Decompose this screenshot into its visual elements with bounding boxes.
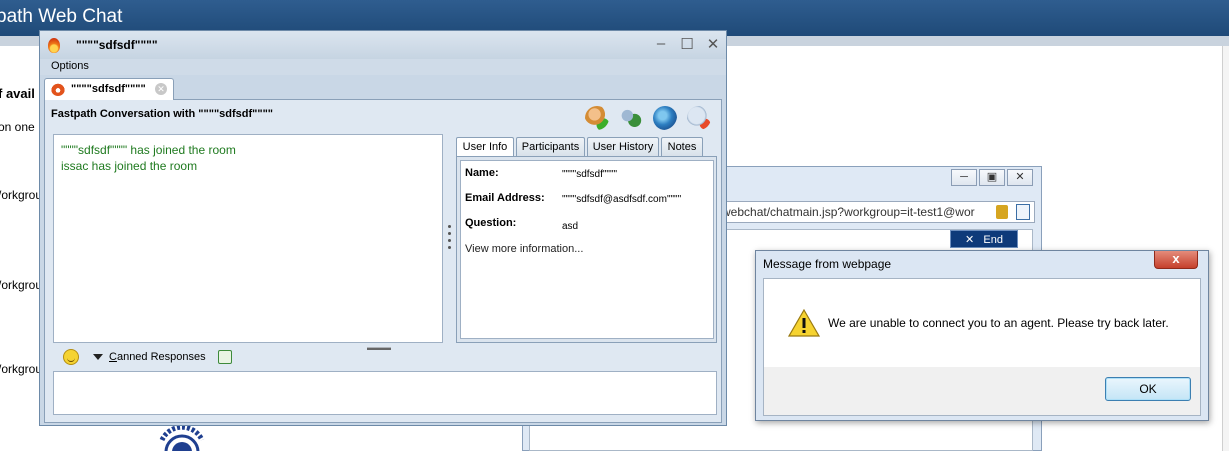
minimize-icon[interactable]: –	[654, 35, 668, 53]
add-user-icon[interactable]	[585, 106, 609, 130]
background-line-3[interactable]: /orkgrou	[0, 188, 42, 202]
browser-close-button[interactable]: ✕	[1007, 169, 1033, 186]
question-label: Question:	[465, 217, 517, 229]
spellcheck-icon[interactable]	[218, 350, 232, 364]
conversation-toolbar	[585, 106, 711, 130]
menu-bar: Options	[40, 59, 726, 75]
canned-responses-button[interactable]: Canned Responses	[109, 351, 206, 363]
dialog-body: We are unable to connect you to an agent…	[763, 278, 1201, 416]
background-page-title: path Web Chat	[0, 6, 123, 27]
background-line-4[interactable]: /orkgrou	[0, 278, 42, 292]
transcript-message: """"sdfsdf"""" has joined the room	[61, 143, 236, 157]
tab-conversation-label: """"sdfsdf""""	[71, 83, 146, 95]
composer-toolbar: Canned Responses	[53, 349, 717, 369]
browser-restore-button[interactable]: ▣	[979, 169, 1005, 186]
chat-titlebar[interactable]: """"sdfsdf"""" – ☐ ✕	[40, 31, 726, 59]
chat-window-controls: – ☐ ✕	[654, 35, 720, 53]
name-value: """"sdfsdf""""	[562, 169, 618, 180]
user-info-content: Name: """"sdfsdf"""" Email Address: """"…	[460, 160, 714, 339]
tab-close-icon[interactable]: ✕	[155, 83, 167, 95]
conversation-tabstrip: """"sdfsdf"""" ✕	[44, 76, 722, 100]
tab-user-history[interactable]: User History	[587, 137, 659, 156]
tab-notes[interactable]: Notes	[661, 137, 703, 156]
background-scrollbar[interactable]	[1222, 46, 1229, 451]
caret-down-icon[interactable]	[93, 354, 103, 360]
dialog-title: Message from webpage	[763, 257, 892, 271]
lock-icon[interactable]	[996, 205, 1008, 219]
dialog-close-button[interactable]: x	[1154, 251, 1198, 269]
chat-window-title: """"sdfsdf""""	[76, 38, 158, 52]
email-label: Email Address:	[465, 192, 545, 204]
background-line-2: on one	[0, 120, 35, 134]
transcript-message: issac has joined the room	[61, 159, 198, 173]
browser-url-text: webchat/chatmain.jsp?workgroup=it-test1@…	[723, 205, 975, 219]
info-tabs: User Info Participants User History Note…	[456, 137, 718, 157]
message-input[interactable]	[53, 371, 717, 415]
fastpath-flame-icon	[48, 38, 60, 53]
tab-user-info[interactable]: User Info	[456, 137, 514, 157]
dialog-message-area: We are unable to connect you to an agent…	[764, 279, 1200, 367]
x-icon: ✕	[965, 234, 975, 246]
transfer-icon[interactable]	[619, 106, 643, 130]
close-icon: x	[1172, 251, 1180, 266]
name-label: Name:	[465, 167, 499, 179]
end-chat-icon[interactable]	[687, 106, 711, 130]
email-value: """"sdfsdf@asdfsdf.com""""	[562, 194, 682, 205]
fastpath-tab-icon	[51, 82, 65, 96]
view-more-link[interactable]: View more information...	[465, 243, 583, 255]
warning-icon	[788, 309, 820, 337]
end-chat-label: End	[983, 234, 1003, 246]
conversation-header: Fastpath Conversation with """"sdfsdf"""…	[51, 108, 274, 120]
question-value: asd	[562, 221, 579, 232]
chat-window[interactable]: """"sdfsdf"""" – ☐ ✕ Options """"sdfsdf"…	[39, 30, 727, 426]
tab-conversation[interactable]: """"sdfsdf"""" ✕	[44, 78, 174, 100]
tab-participants[interactable]: Participants	[516, 137, 585, 156]
close-icon[interactable]: ✕	[706, 35, 720, 53]
browser-address-bar[interactable]: webchat/chatmain.jsp?workgroup=it-test1@…	[723, 201, 1035, 223]
maximize-icon[interactable]: ☐	[680, 35, 694, 53]
end-chat-button[interactable]: ✕ End	[950, 230, 1018, 248]
conversation-panel: Fastpath Conversation with """"sdfsdf"""…	[44, 100, 722, 423]
dialog-message: We are unable to connect you to an agent…	[828, 316, 1169, 330]
user-info-panel: Name: """"sdfsdf"""" Email Address: """"…	[456, 156, 717, 343]
chat-transcript[interactable]: """"sdfsdf"""" has joined the room issac…	[53, 134, 443, 343]
vertical-splitter-handle[interactable]	[448, 225, 452, 253]
ok-button[interactable]: OK	[1105, 377, 1191, 401]
invite-globe-icon[interactable]	[653, 106, 677, 130]
background-line-1: f avail	[0, 86, 35, 101]
page-icon[interactable]	[1016, 204, 1030, 220]
message-dialog[interactable]: Message from webpage x We are unable to …	[755, 250, 1209, 421]
menu-options[interactable]: Options	[51, 60, 89, 72]
browser-minimize-button[interactable]: ─	[951, 169, 977, 186]
browser-window-controls: ─ ▣ ✕	[949, 169, 1033, 186]
background-line-5[interactable]: /orkgrou	[0, 362, 42, 376]
emoticon-icon[interactable]	[63, 349, 79, 365]
